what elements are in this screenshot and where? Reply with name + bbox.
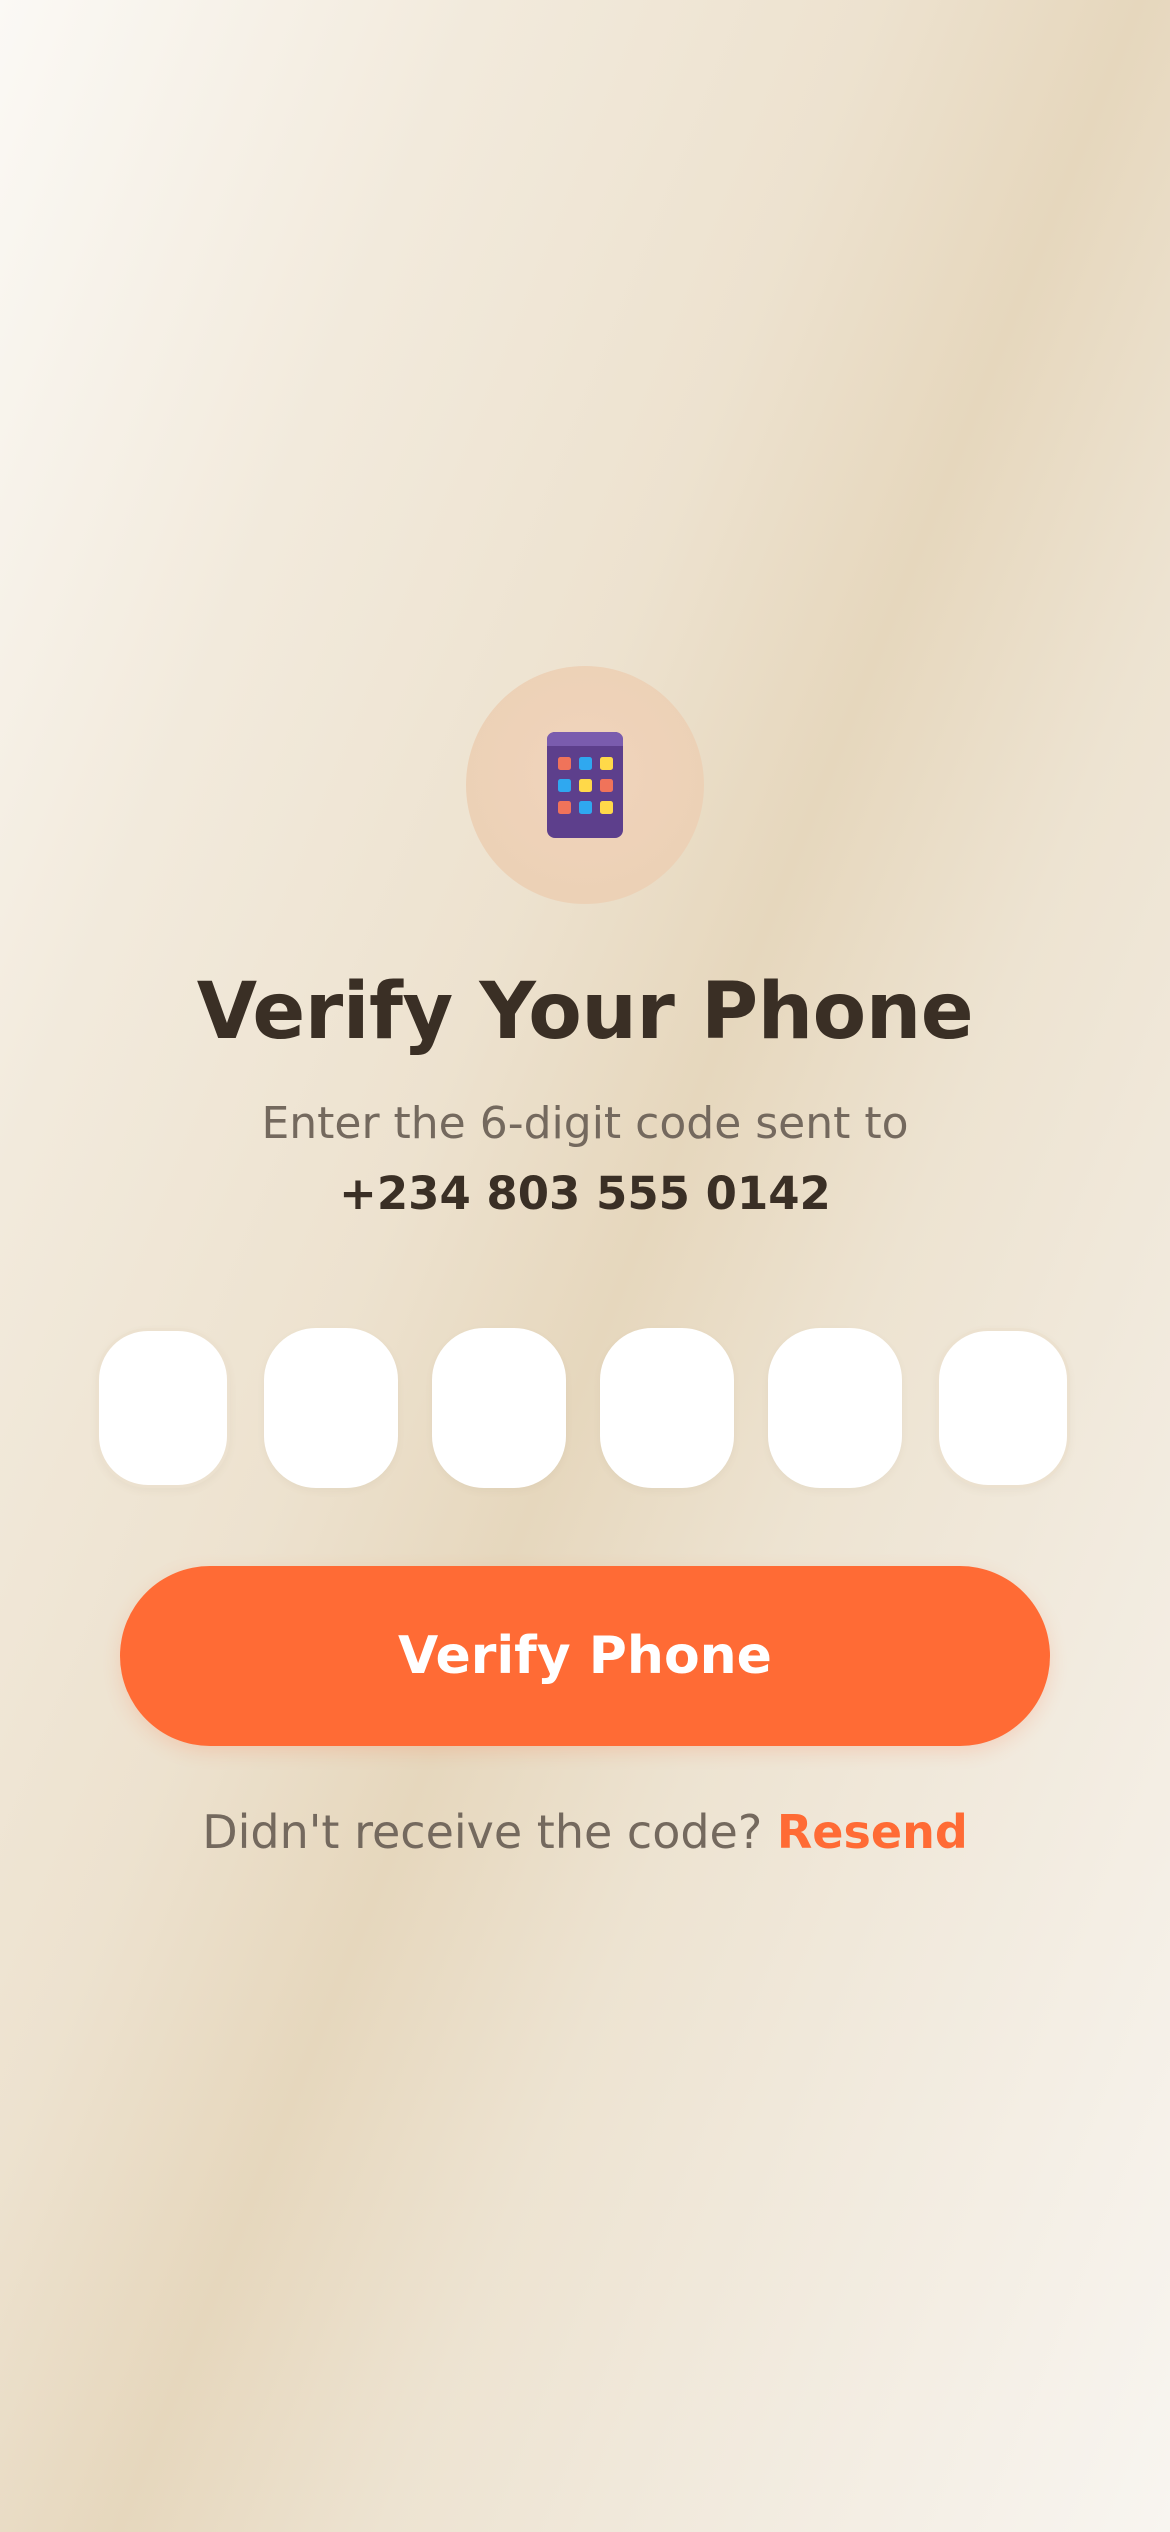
- phone-icon: [547, 732, 623, 838]
- resend-prompt: Didn't receive the code?: [202, 1805, 763, 1859]
- code-digit-5[interactable]: [768, 1328, 902, 1488]
- code-digit-4[interactable]: [600, 1328, 734, 1488]
- code-digit-2[interactable]: [264, 1328, 398, 1488]
- page-title: Verify Your Phone: [196, 967, 974, 1057]
- instruction-text: Enter the 6-digit code sent to: [261, 1098, 909, 1149]
- phone-icon-badge: [466, 666, 704, 904]
- phone-number: +234 803 555 0142: [339, 1167, 831, 1220]
- resend-row: Didn't receive the code? Resend: [0, 1800, 1170, 1864]
- code-digit-3[interactable]: [432, 1328, 566, 1488]
- code-input-row: [96, 1328, 1074, 1488]
- verify-phone-button[interactable]: Verify Phone: [120, 1566, 1050, 1746]
- code-digit-6[interactable]: [936, 1328, 1070, 1488]
- code-digit-1[interactable]: [96, 1328, 230, 1488]
- resend-link[interactable]: Resend: [777, 1805, 968, 1859]
